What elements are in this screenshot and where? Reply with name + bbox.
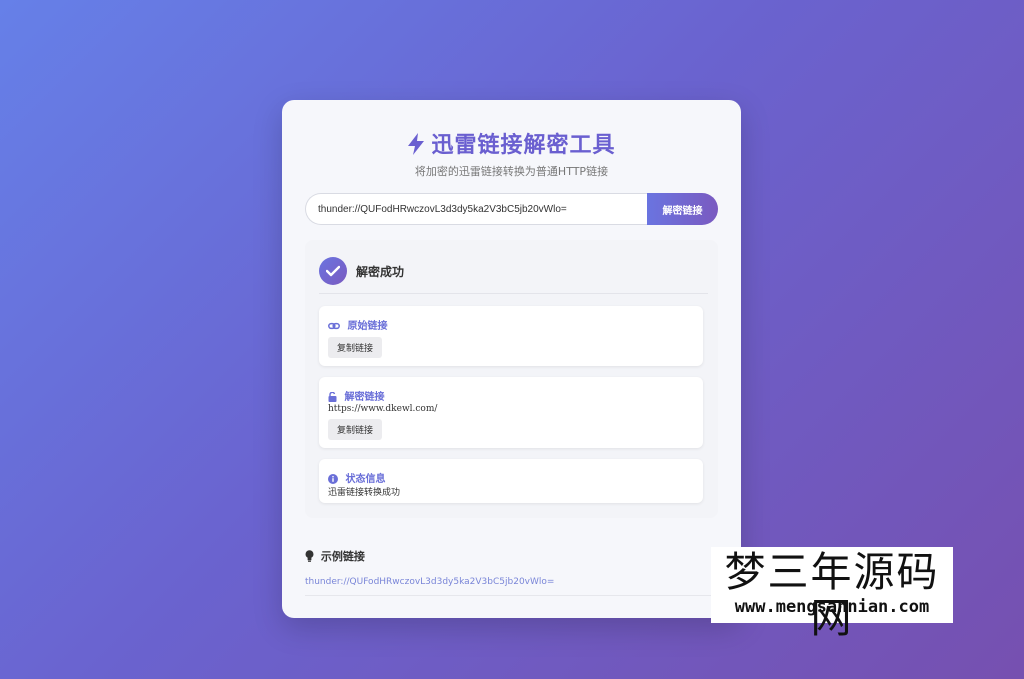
status-label-text: 状态信息 bbox=[345, 474, 386, 485]
link-icon bbox=[328, 321, 347, 332]
status-box: 状态信息 迅雷链接转换成功 bbox=[319, 459, 703, 503]
example-title: 示例链接 bbox=[305, 548, 365, 564]
example-title-text: 示例链接 bbox=[320, 550, 365, 563]
copy-original-button[interactable]: 复制链接 bbox=[328, 337, 383, 358]
watermark: 梦三年源码网 www.mengsannian.com bbox=[711, 547, 953, 641]
success-check-icon bbox=[319, 257, 347, 285]
page-title: 迅雷链接解密工具 bbox=[282, 127, 741, 161]
original-link-label: 原始链接 bbox=[328, 317, 387, 332]
decrypted-link-box: 解密链接 https://www.dkewl.com/ 复制链接 bbox=[319, 377, 703, 448]
example-divider bbox=[305, 595, 719, 596]
decrypted-url: https://www.dkewl.com/ bbox=[328, 404, 438, 414]
original-link-label-text: 原始链接 bbox=[347, 321, 388, 332]
info-icon bbox=[328, 474, 345, 485]
status-label: 状态信息 bbox=[328, 470, 385, 485]
decrypted-link-label-text: 解密链接 bbox=[344, 392, 385, 403]
result-title: 解密成功 bbox=[356, 265, 405, 279]
thunder-link-input[interactable] bbox=[305, 193, 647, 225]
divider bbox=[319, 293, 708, 294]
example-link[interactable]: thunder://QUFodHRwczovL3d3dy5ka2V3bC5jb2… bbox=[305, 577, 554, 587]
status-text: 迅雷链接转换成功 bbox=[328, 488, 401, 498]
original-link-box: 原始链接 复制链接 bbox=[319, 306, 703, 366]
watermark-cn: 梦三年源码网 bbox=[724, 548, 940, 642]
decrypt-tool-card: 迅雷链接解密工具 将加密的迅雷链接转换为普通HTTP链接 解密链接 解密成功 原… bbox=[282, 100, 741, 618]
watermark-en: www.mengsannian.com bbox=[734, 597, 930, 617]
decrypt-button[interactable]: 解密链接 bbox=[647, 193, 718, 225]
lightbulb-icon bbox=[305, 550, 321, 563]
input-row: 解密链接 bbox=[305, 193, 718, 225]
lightning-bolt-icon bbox=[407, 133, 425, 161]
unlock-icon bbox=[328, 392, 344, 403]
copy-decrypted-button[interactable]: 复制链接 bbox=[328, 419, 383, 440]
subtitle: 将加密的迅雷链接转换为普通HTTP链接 bbox=[414, 165, 609, 178]
decrypted-link-label: 解密链接 bbox=[328, 388, 384, 403]
title-text: 迅雷链接解密工具 bbox=[431, 133, 616, 158]
result-panel: 解密成功 原始链接 复制链接 解密链接 https://www.dkewl.co… bbox=[305, 240, 718, 518]
